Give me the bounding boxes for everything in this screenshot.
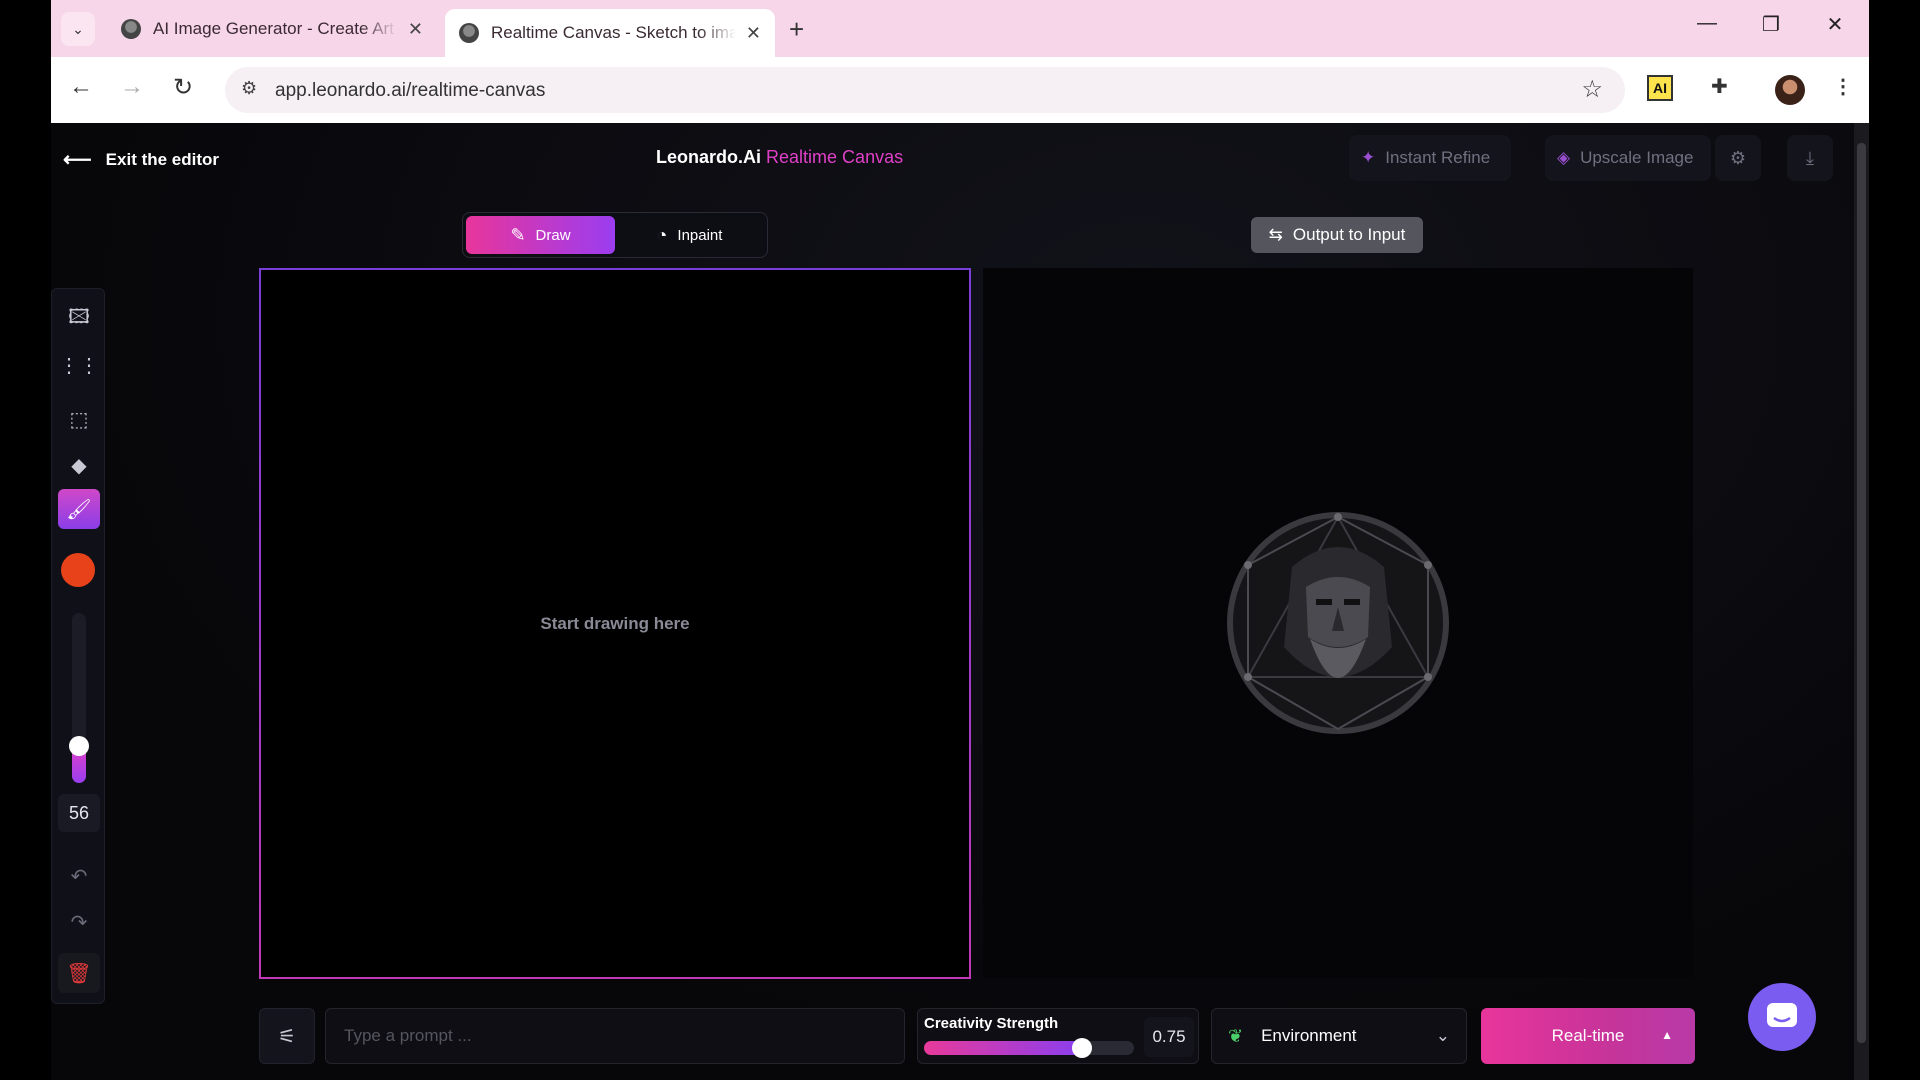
grid-select-icon[interactable]: ⋮⋮ [58,345,100,385]
creativity-knob[interactable] [1071,1038,1092,1058]
undo-icon[interactable]: ↶ [58,857,100,895]
eraser-icon[interactable]: ◆ [58,445,100,485]
new-tab-button[interactable]: + [789,14,804,45]
creativity-fill [924,1041,1082,1055]
creativity-slider[interactable] [924,1038,1134,1058]
profile-avatar[interactable] [1775,75,1805,105]
style-value: Environment [1261,1026,1357,1045]
swap-arrows-icon: ⇆ [1268,225,1283,244]
close-window-icon[interactable]: ✕ [1815,12,1855,37]
mode-switch: ✎ Draw ◔ Inpaint [462,212,768,258]
browser-window: ⌄ AI Image Generator - Create Art ✕ Real… [51,0,1869,1080]
generated-image [1227,512,1449,734]
tab-inpaint[interactable]: ◔ Inpaint [615,216,764,254]
exit-arrow-icon: ⟵ [63,149,92,171]
paint-brush-icon[interactable]: 🖌 [58,489,100,529]
bottom-controls: ⚟ Creativity Strength 0.75 ❦ Environment… [259,1008,1695,1064]
site-settings-icon[interactable]: ⚙ [241,78,257,99]
output-canvas [983,268,1693,978]
more-menu-icon[interactable]: ⋮ [1833,74,1853,99]
chat-support-button[interactable] [1748,983,1816,1051]
selection-icon[interactable]: ⬚ [58,399,100,439]
mode-label: Inpaint [677,226,723,244]
close-icon[interactable]: ✕ [746,23,761,44]
output-to-input-label: Output to Input [1292,225,1406,244]
environment-style-icon: ❦ [1228,1025,1244,1046]
brand-product: Realtime Canvas [766,147,904,167]
caret-up-icon[interactable]: ▲ [1661,1028,1673,1042]
creativity-strength-label: Creativity Strength [924,1015,1059,1032]
exit-label: Exit the editor [105,149,220,169]
generate-label: Real-time [1551,1026,1625,1045]
prompt-input[interactable] [325,1008,905,1064]
drawing-canvas[interactable]: Start drawing here [259,268,971,979]
trash-icon[interactable]: 🗑 [58,953,100,993]
output-to-input-button[interactable]: ⇆ Output to Input [1251,217,1423,253]
browser-toolbar: ← → ↻ ⚙ app.leonardo.ai/realtime-canvas … [51,57,1869,123]
close-icon[interactable]: ✕ [408,19,423,40]
palette-icon: ◔ [656,224,668,245]
gear-icon[interactable]: ⚙ [1715,135,1761,181]
ai-extension-icon[interactable]: AI [1647,75,1673,101]
canvas-hint: Start drawing here [540,613,690,633]
leonardo-favicon-icon [459,23,479,43]
tab-realtime-canvas[interactable]: Realtime Canvas - Sketch to image ✕ [445,9,775,57]
style-dropdown[interactable]: ❦ Environment ⌄ [1211,1008,1467,1064]
sliders-settings-icon[interactable]: ⚟ [259,1008,315,1064]
reload-icon[interactable]: ↻ [165,73,201,102]
restore-icon[interactable]: ❐ [1751,12,1791,37]
forward-icon[interactable]: → [114,73,150,101]
minimize-icon[interactable]: — [1687,12,1727,35]
scrollbar-thumb[interactable] [1857,143,1866,1043]
image-upload-icon[interactable]: 🖾 [58,299,100,339]
address-bar[interactable]: ⚙ app.leonardo.ai/realtime-canvas ☆ [225,67,1625,113]
realtime-generate-button[interactable]: Real-time ▲ [1481,1008,1695,1064]
tab-search-button[interactable]: ⌄ [61,12,95,46]
editor-header: ⟵ Exit the editor Leonardo.Ai Realtime C… [51,123,1869,193]
tab-strip: ⌄ AI Image Generator - Create Art ✕ Real… [51,0,1869,57]
chat-icon [1767,1003,1797,1027]
page-title: Leonardo.Ai Realtime Canvas [656,147,903,168]
url-text[interactable]: app.leonardo.ai/realtime-canvas [275,80,545,102]
instant-refine-button[interactable]: ✦ Instant Refine [1349,135,1511,181]
brush-size-slider[interactable] [69,613,89,783]
upscale-label: Upscale Image [1580,148,1694,167]
chevron-down-icon: ⌄ [72,20,84,37]
upscale-icon: ◈ [1557,148,1571,167]
download-icon[interactable]: ⤓ [1787,135,1833,181]
app-viewport: ⟵ Exit the editor Leonardo.Ai Realtime C… [51,123,1869,1080]
creativity-strength-control: Creativity Strength 0.75 [917,1008,1199,1064]
brand-name: Leonardo.Ai [656,147,762,167]
instant-refine-label: Instant Refine [1385,148,1491,167]
extensions-puzzle-icon[interactable]: ✚ [1711,74,1728,99]
leonardo-favicon-icon [121,19,141,39]
upscale-image-button[interactable]: ◈ Upscale Image [1545,135,1711,181]
tab-title: AI Image Generator - Create Art [153,19,394,38]
sparkle-icon: ✦ [1361,148,1376,167]
tool-sidebar: 🖾 ⋮⋮ ⬚ ◆ 🖌 56 ↶ ↷ 🗑 [51,288,105,1004]
brush-size-value[interactable]: 56 [58,794,100,832]
tab-title: Realtime Canvas - Sketch to image [491,23,736,42]
brush-color-swatch[interactable] [61,553,95,587]
tab-draw[interactable]: ✎ Draw [466,216,615,254]
bookmark-star-icon[interactable]: ☆ [1581,75,1603,104]
exit-editor-button[interactable]: ⟵ Exit the editor [63,147,219,172]
brush-stroke-icon: ✎ [510,224,526,245]
brush-size-knob[interactable] [69,735,89,756]
mode-label: Draw [535,226,571,244]
redo-icon[interactable]: ↷ [58,903,100,941]
chevron-down-icon: ⌄ [1435,1026,1450,1045]
tab-ai-image-generator[interactable]: AI Image Generator - Create Art ✕ [107,9,437,49]
creativity-value[interactable]: 0.75 [1144,1017,1194,1057]
back-icon[interactable]: ← [63,73,99,101]
page-scrollbar[interactable] [1854,123,1869,1080]
